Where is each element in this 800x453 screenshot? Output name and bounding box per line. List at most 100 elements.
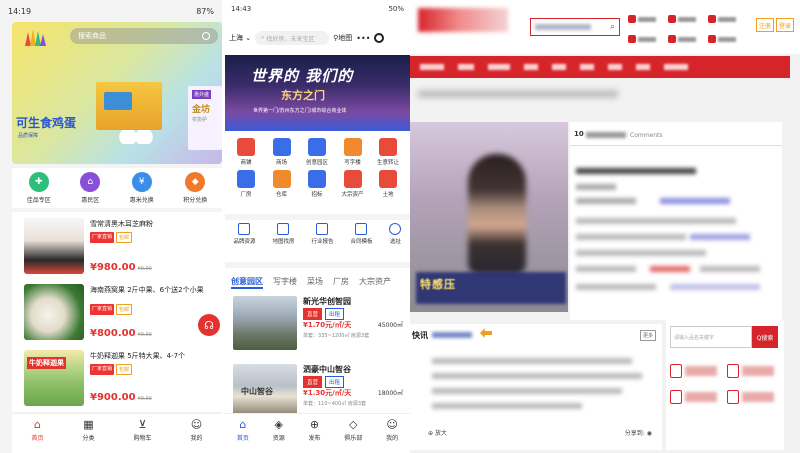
header-link[interactable] (708, 12, 748, 26)
home-icon: ⌂ (80, 172, 101, 192)
header-link[interactable] (628, 32, 668, 46)
grid-item-shop[interactable]: 商铺 (229, 138, 263, 166)
category-item[interactable]: ✚ 佳品专区 (27, 172, 51, 208)
nav-item-mine[interactable]: ☺ 我的 (190, 418, 202, 453)
grid-item-bulk-assets[interactable]: 大宗资产 (336, 170, 370, 198)
hero-banner[interactable]: 搜索商品 可生食鸡蛋 品质保障 惠外盛 金坊 农协护 (12, 22, 222, 164)
link-icon (668, 35, 676, 43)
quick-link[interactable] (670, 390, 723, 404)
grid-item-warehouse[interactable]: 仓库 (265, 170, 299, 198)
comments-label[interactable]: Comments (630, 132, 663, 139)
nav-item-mine[interactable]: ☺ 我的 (386, 418, 398, 453)
promo-banner[interactable]: 世界的 我们的 东方之门 世界第一门/苏州东方之门/城市综合商业体 (225, 55, 410, 131)
map-button[interactable]: ⚲地图 (333, 33, 352, 43)
nav-item-publish[interactable]: ⊕ 发布 (308, 418, 320, 453)
more-button[interactable]: 更多 (639, 330, 656, 341)
nav-item-category[interactable]: ▦ 分类 (82, 418, 94, 453)
nav-link[interactable] (420, 64, 444, 70)
transfer-icon (379, 138, 397, 156)
grid-item-transfer[interactable]: 生意转让 (371, 138, 405, 166)
grid-item-tender[interactable]: 招标 (300, 170, 334, 198)
grid-item-mall[interactable]: 商场 (265, 138, 299, 166)
category-item[interactable]: ¥ 惠米兑换 (130, 172, 154, 208)
login-button[interactable]: 登录 (776, 18, 794, 32)
site-logo[interactable] (418, 8, 508, 32)
nav-item-resources[interactable]: ◈ 资源 (273, 418, 285, 453)
article-line (700, 266, 760, 272)
customer-service-button[interactable]: ☊ (198, 314, 220, 336)
city-selector[interactable]: 上海 ⌄ (229, 33, 251, 43)
zoom-link[interactable]: ⊕ 放大 (428, 428, 447, 437)
tab-bulk-assets[interactable]: 大宗资产 (359, 276, 391, 290)
article-line (576, 168, 696, 174)
quick-link[interactable] (670, 364, 723, 378)
nav-item-cart[interactable]: ⊻ 购物车 (133, 418, 151, 453)
tab-market[interactable]: 菜场 (307, 276, 323, 290)
nav-link[interactable] (488, 64, 510, 70)
grid-item-factory[interactable]: 厂房 (229, 170, 263, 198)
video-caption-text: 特感压 (420, 278, 456, 291)
nav-item-home[interactable]: ⌂ 首页 (31, 418, 43, 453)
quick-link[interactable] (727, 390, 780, 404)
product-card[interactable]: 海南燕窝果 2斤中果、6个送2个小果 厂家直销 包邮 ¥800.00 ¥0.00 (12, 280, 222, 344)
category-item[interactable]: ◆ 积分兑换 (183, 172, 207, 208)
tool-map[interactable]: 地图找房 (272, 223, 295, 254)
battery-level: 50% (388, 5, 404, 13)
tool-location[interactable]: 选址 (389, 223, 402, 254)
search-placeholder: 搜索商品 (78, 32, 106, 40)
search-icon (202, 32, 210, 40)
nav-link[interactable] (664, 64, 688, 70)
tool-contract[interactable]: 合同模板 (350, 223, 373, 254)
grid-item-creative-park[interactable]: 创意园区 (300, 138, 334, 166)
map-icon (277, 223, 290, 235)
header-link[interactable] (668, 12, 708, 26)
listing-name: 新光华创智园 (303, 297, 351, 306)
quick-links (670, 364, 780, 404)
nav-link[interactable] (608, 64, 622, 70)
product-search-input[interactable]: 请输入品名关键字 (670, 326, 752, 348)
target-icon[interactable] (374, 33, 385, 43)
nav-link[interactable] (636, 64, 650, 70)
product-card[interactable]: 牛奶释迦果 牛奶释迦果 5斤特大果、4-7个 厂家直销 包邮 ¥900.00 ¥0… (12, 346, 222, 410)
document-icon (727, 390, 739, 404)
product-search-button[interactable]: Q搜索 (752, 326, 778, 348)
nav-item-club[interactable]: ◇ 俱乐部 (344, 418, 362, 453)
news-body (432, 358, 652, 418)
zoom-icon: ⊕ (428, 430, 434, 437)
header-link[interactable] (708, 32, 748, 46)
bottom-nav: ⌂ 首页 ▦ 分类 ⊻ 购物车 ☺ 我的 (12, 413, 222, 453)
more-icon[interactable]: ••• (356, 34, 370, 43)
video-player[interactable]: 特感压 (410, 122, 568, 312)
category-grid: 商铺 商场 创意园区 写字楼 生意转让 厂房 仓库 招标 大宗资产 土地 (229, 138, 405, 202)
grid-item-land[interactable]: 土地 (371, 170, 405, 198)
category-item[interactable]: ⌂ 惠民区 (80, 172, 101, 208)
tool-brand[interactable]: 品牌资源 (233, 223, 256, 254)
grid-item-office[interactable]: 写字楼 (336, 138, 370, 166)
article-line (576, 198, 636, 204)
nav-item-home[interactable]: ⌂ 首页 (237, 418, 249, 453)
product-tags: 厂家直销 包邮 (90, 364, 133, 375)
tab-creative-park[interactable]: 创意园区 (231, 276, 263, 289)
tab-office[interactable]: 写字楼 (273, 276, 297, 290)
listing-tabs: 创意园区 写字楼 菜场 厂房 大宗资产 (225, 262, 410, 290)
nav-link[interactable] (580, 64, 594, 70)
nav-link[interactable] (552, 64, 566, 70)
quick-link[interactable] (727, 364, 780, 378)
header-link[interactable] (628, 12, 668, 26)
share-link[interactable]: 分享到: ◉ (625, 428, 652, 437)
nav-label: 购物车 (133, 435, 152, 442)
nav-link[interactable] (524, 64, 538, 70)
nav-link[interactable] (458, 64, 474, 70)
tab-factory[interactable]: 厂房 (333, 276, 349, 290)
listing-card[interactable]: 新光华创智园 直营 出租 ¥1.70元/㎡/天 45000㎡ 单套：335~12… (231, 294, 407, 356)
search-input[interactable]: ⌕ 找好房，未来宝区 (255, 31, 330, 45)
article-line (576, 266, 636, 272)
register-button[interactable]: 注册 (756, 18, 774, 32)
product-card[interactable]: 雪常清黑木耳芝麻粉 厂家直销 包邮 ¥980.00 ¥0.00 (12, 214, 222, 278)
header-link[interactable] (668, 32, 708, 46)
status-bar: 14:43 50% (225, 0, 410, 18)
hero-title: 可生食鸡蛋 (16, 116, 77, 130)
search-bar[interactable]: 搜索商品 (70, 28, 218, 44)
site-search[interactable]: ⌕ (530, 18, 620, 36)
tool-report[interactable]: 行业报告 (311, 223, 334, 254)
